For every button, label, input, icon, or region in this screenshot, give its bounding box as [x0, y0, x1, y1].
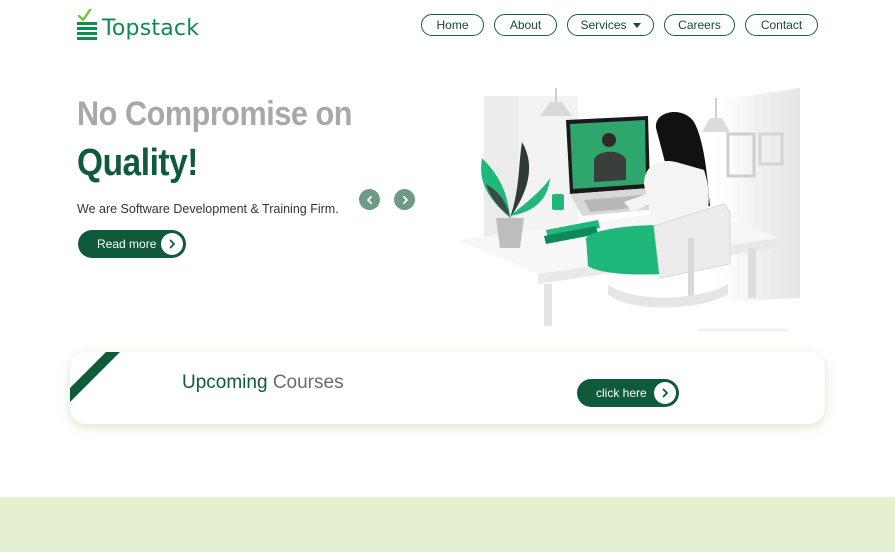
- nav-contact-label: Contact: [760, 18, 803, 32]
- header: Topstack Home About Services Careers Con…: [0, 0, 895, 45]
- nav-services-label: Services: [580, 18, 627, 32]
- nav-services-dropdown[interactable]: Services: [567, 14, 654, 36]
- title-courses: Courses: [272, 372, 344, 393]
- hero-subtitle: We are Software Development & Training F…: [77, 202, 339, 216]
- title-upcoming: Upcoming: [182, 372, 268, 393]
- nav-about-label: About: [509, 18, 542, 32]
- hero-title-line1: No Compromise on: [77, 95, 353, 133]
- stacked-bars-check-icon: [77, 8, 99, 43]
- nav-careers-label: Careers: [678, 18, 721, 32]
- hero-title-line2: Quality!: [77, 142, 198, 184]
- carousel-prev-button[interactable]: [359, 189, 380, 210]
- nav-contact-button[interactable]: Contact: [745, 14, 818, 36]
- chevron-right-icon: [400, 195, 410, 205]
- read-more-button[interactable]: Read more: [78, 230, 186, 258]
- hero-illustration: [448, 88, 800, 334]
- upcoming-courses-card: New Upcoming Courses click here: [70, 352, 825, 424]
- upcoming-courses-title: Upcoming Courses: [182, 372, 344, 394]
- footer-band: [0, 497, 895, 552]
- brand-name: Topstack: [102, 16, 200, 41]
- brand-logo[interactable]: Topstack: [77, 7, 199, 43]
- main-nav: Home About Services Careers Contact: [421, 14, 818, 36]
- read-more-label: Read more: [97, 237, 157, 251]
- click-here-label: click here: [596, 386, 647, 400]
- nav-home-label: Home: [436, 18, 469, 32]
- nav-about-button[interactable]: About: [494, 14, 557, 36]
- nav-careers-button[interactable]: Careers: [664, 14, 735, 36]
- chevron-right-icon: [654, 382, 676, 404]
- chevron-right-icon: [161, 233, 183, 255]
- caret-down-icon: [632, 22, 641, 28]
- chevron-left-icon: [365, 195, 375, 205]
- new-ribbon: New: [70, 352, 120, 404]
- carousel-next-button[interactable]: [394, 189, 415, 210]
- nav-home-button[interactable]: Home: [421, 14, 484, 36]
- click-here-button[interactable]: click here: [577, 379, 679, 407]
